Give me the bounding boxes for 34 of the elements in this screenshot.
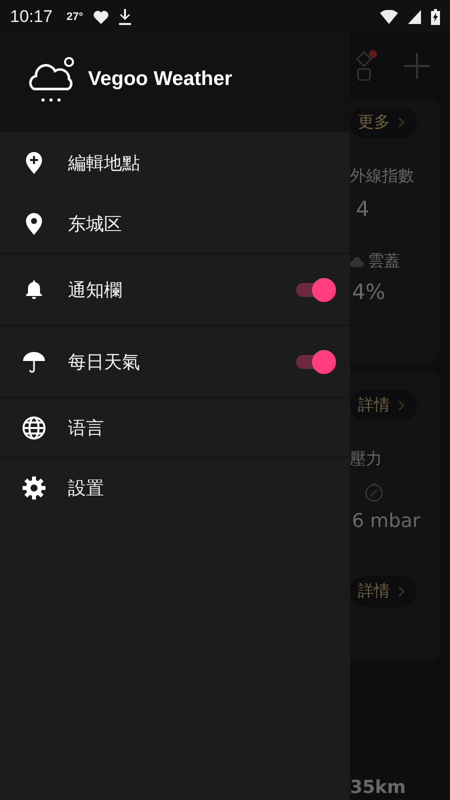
pressure-value: 6 mbar bbox=[352, 510, 420, 532]
chevron-right-icon bbox=[398, 117, 405, 128]
status-temperature: 27° bbox=[66, 10, 84, 22]
status-time: 10:17 bbox=[10, 6, 53, 26]
cloud-cover-value: 4% bbox=[352, 280, 386, 304]
pressure-label: 壓力 bbox=[350, 449, 382, 470]
heart-icon bbox=[93, 10, 110, 24]
toggle-switch[interactable] bbox=[294, 348, 336, 374]
wifi-icon bbox=[380, 10, 398, 24]
gauge-icon bbox=[364, 482, 384, 502]
chevron-right-icon bbox=[398, 586, 405, 597]
cloud-logo-icon bbox=[26, 56, 76, 104]
toggle-switch[interactable] bbox=[294, 276, 336, 302]
menu-item[interactable]: 每日天氣 bbox=[0, 326, 350, 398]
chevron-right-icon bbox=[398, 400, 405, 411]
menu-item[interactable]: 通知欄 bbox=[0, 254, 350, 326]
menu-item[interactable]: 編輯地點 bbox=[0, 132, 350, 194]
uv-index-label: 外線指數 bbox=[350, 166, 414, 187]
uv-index-value: 4 bbox=[356, 197, 370, 221]
menu-item[interactable]: 语言 bbox=[0, 398, 350, 458]
menu-item[interactable]: 設置 bbox=[0, 458, 350, 518]
download-icon bbox=[119, 8, 132, 24]
umbrella-icon bbox=[22, 350, 46, 372]
menu-item[interactable]: 东城区 bbox=[0, 194, 350, 254]
visibility-value: 35km bbox=[350, 777, 407, 798]
cloud-cover-label: 雲蓋 bbox=[368, 251, 400, 272]
add-icon bbox=[404, 53, 430, 79]
settings-icon bbox=[22, 476, 46, 500]
signal-icon bbox=[408, 10, 421, 24]
globe-icon bbox=[22, 416, 46, 440]
battery-icon bbox=[431, 8, 440, 24]
app-name: Vegoo Weather bbox=[88, 68, 232, 91]
cloud-icon bbox=[350, 256, 364, 266]
widget-icon bbox=[354, 50, 378, 82]
